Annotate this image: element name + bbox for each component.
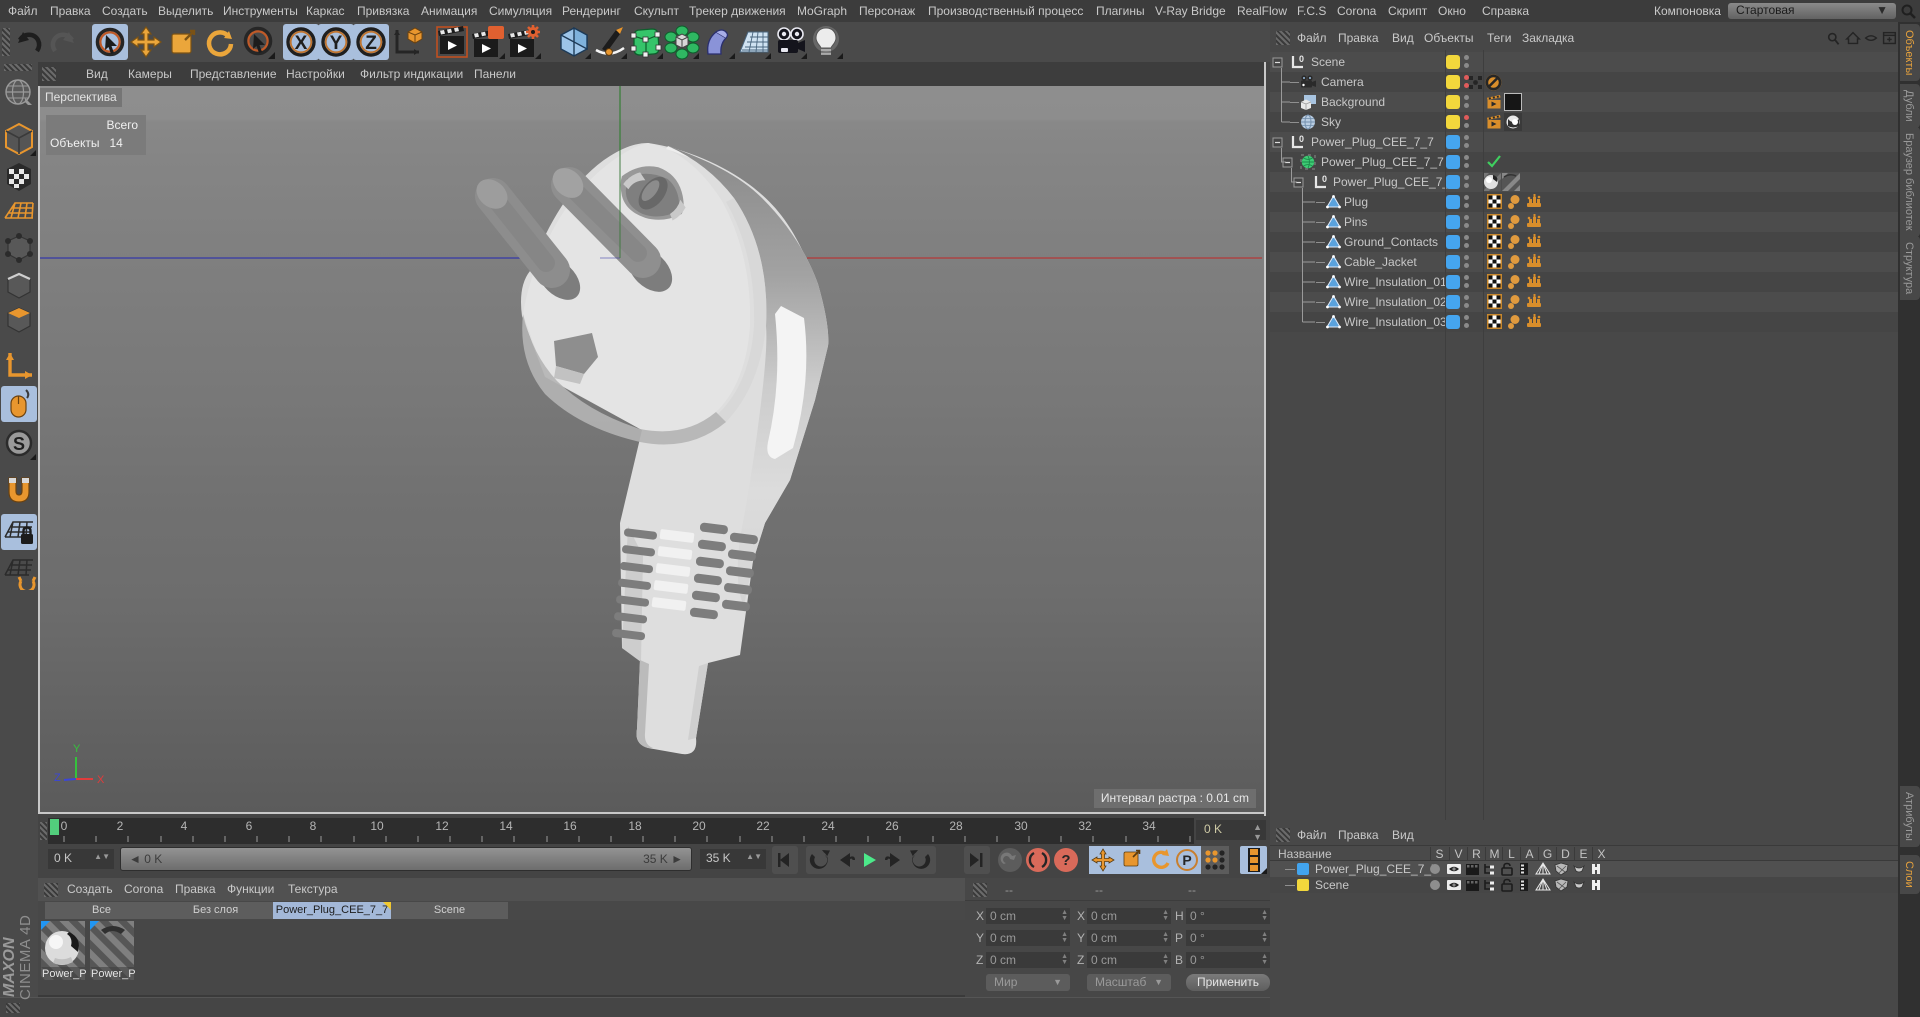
svg-text:6: 6 — [246, 819, 253, 833]
svg-text:14: 14 — [499, 819, 513, 833]
svg-text:X: X — [295, 33, 308, 54]
svg-text:Z: Z — [365, 33, 377, 54]
svg-text:0: 0 — [61, 819, 68, 833]
svg-text:Y: Y — [73, 743, 81, 755]
svg-text:Y: Y — [330, 33, 343, 54]
svg-text:P: P — [1182, 852, 1191, 868]
svg-text:10: 10 — [370, 819, 384, 833]
svg-text:26: 26 — [885, 819, 899, 833]
svg-text:Power_P: Power_P — [42, 968, 87, 980]
svg-text:30: 30 — [1014, 819, 1028, 833]
svg-text:4: 4 — [181, 819, 188, 833]
svg-text:24: 24 — [821, 819, 835, 833]
svg-text:34: 34 — [1142, 819, 1156, 833]
svg-text:2: 2 — [117, 819, 124, 833]
svg-text:18: 18 — [628, 819, 642, 833]
svg-text:?: ? — [1061, 852, 1070, 869]
svg-text:20: 20 — [692, 819, 706, 833]
svg-text:16: 16 — [563, 819, 577, 833]
svg-text:8: 8 — [310, 819, 317, 833]
svg-text:22: 22 — [756, 819, 770, 833]
svg-text:28: 28 — [949, 819, 963, 833]
svg-text:X: X — [97, 774, 105, 786]
svg-text:Z: Z — [54, 772, 61, 784]
svg-text:Power_P: Power_P — [91, 968, 136, 980]
svg-text:12: 12 — [435, 819, 449, 833]
svg-text:32: 32 — [1078, 819, 1092, 833]
